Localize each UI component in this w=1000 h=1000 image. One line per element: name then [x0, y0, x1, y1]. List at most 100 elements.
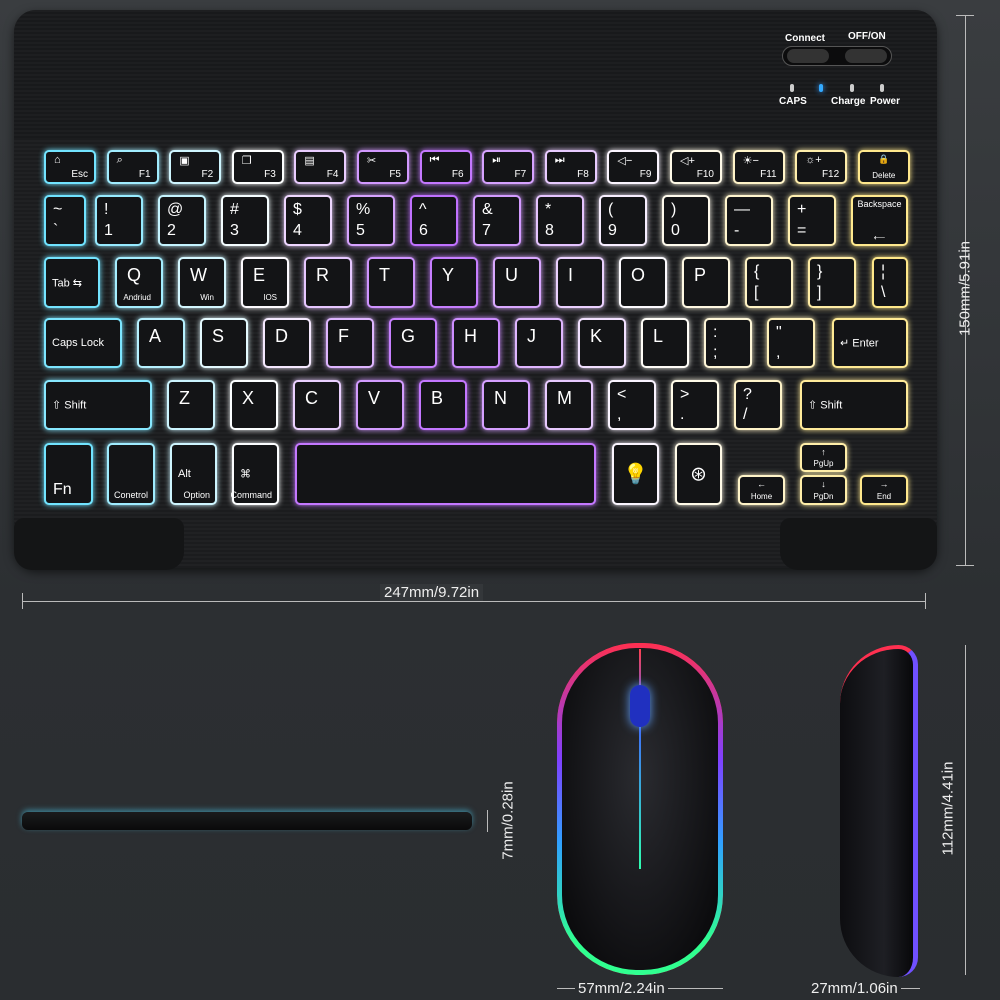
key-f11[interactable]: ☀− F11: [732, 150, 785, 184]
key-f5[interactable]: ✂ F5: [357, 150, 409, 184]
key-caps-lock[interactable]: Caps Lock: [44, 318, 122, 368]
key-g[interactable]: G: [389, 318, 437, 368]
key-b[interactable]: B: [419, 380, 467, 430]
key-5[interactable]: % 5: [347, 195, 395, 246]
dim-tick: [956, 15, 974, 16]
key-r1k13[interactable]: Backspace ⟵: [851, 195, 908, 246]
key-f8[interactable]: ⏭ F8: [544, 150, 597, 184]
key-home[interactable]: ← Home: [738, 475, 785, 505]
key-r4k9[interactable]: >.: [671, 380, 719, 430]
key-command[interactable]: ⌘ Command: [230, 443, 279, 505]
key-h[interactable]: H: [452, 318, 500, 368]
key-r2k13[interactable]: ¦ \: [872, 257, 908, 308]
key-c[interactable]: C: [293, 380, 341, 430]
key-shift[interactable]: ⇧ Shift: [800, 380, 908, 430]
key-r[interactable]: R: [304, 257, 352, 308]
key-top-label: Y: [442, 265, 455, 285]
key-f3[interactable]: ❐ F3: [231, 150, 284, 184]
key-i[interactable]: I: [556, 257, 604, 308]
key-enter[interactable]: ↵ Enter: [832, 318, 908, 368]
key-v[interactable]: V: [356, 380, 404, 430]
key-ios[interactable]: E IOS: [241, 257, 289, 308]
key-0[interactable]: ) 0: [662, 195, 710, 246]
mouse-height-label: 27mm/1.06in: [808, 980, 901, 997]
key-r4k10[interactable]: ? /: [734, 380, 782, 430]
key-top-label: V: [368, 388, 381, 408]
key-u[interactable]: U: [493, 257, 541, 308]
key-end[interactable]: → End: [860, 475, 908, 505]
key-x[interactable]: X: [230, 380, 278, 430]
key-o[interactable]: O: [619, 257, 667, 308]
key-s[interactable]: S: [200, 318, 248, 368]
key-space[interactable]: [295, 443, 596, 505]
key-2[interactable]: @2: [158, 195, 206, 246]
key-top-label: C: [305, 388, 318, 408]
key-bottom-label: Home: [750, 492, 773, 501]
key-bottom-label: F11: [760, 169, 777, 180]
key-1[interactable]: ! 1: [95, 195, 143, 246]
key-r2k11[interactable]: {[: [745, 257, 793, 308]
key-7[interactable]: & 7: [473, 195, 521, 246]
key-tab[interactable]: Tab ⇆: [44, 257, 100, 308]
key-k[interactable]: K: [578, 318, 626, 368]
key-f9[interactable]: ◁− F9: [607, 150, 660, 184]
caps-label: CAPS: [779, 96, 807, 107]
key-p[interactable]: P: [682, 257, 730, 308]
key-l[interactable]: L: [641, 318, 689, 368]
key-y[interactable]: Y: [430, 257, 478, 308]
key-win[interactable]: W Win: [178, 257, 226, 308]
key-r3k11[interactable]: ",: [767, 318, 815, 368]
key-andriud[interactable]: Q Andriud: [115, 257, 163, 308]
key-bottom-label: 7: [482, 222, 491, 239]
key-f6[interactable]: ⏮ F6: [419, 150, 472, 184]
key-f10[interactable]: ◁+ F10: [670, 150, 722, 184]
key-n[interactable]: N: [482, 380, 530, 430]
key-m[interactable]: M: [545, 380, 593, 430]
mouse-width-label: 57mm/2.24in: [575, 980, 668, 997]
key-r3k10[interactable]: :;: [704, 318, 752, 368]
key-bottom-label: F9: [639, 169, 652, 180]
key-z[interactable]: Z: [167, 380, 215, 430]
key-top-label: }: [817, 263, 823, 280]
rgb-color-icon: ⊛: [690, 463, 707, 486]
paste-icon: ▤: [304, 155, 315, 167]
key-6[interactable]: ^ 6: [410, 195, 458, 246]
key-f12[interactable]: ☼+ F12: [795, 150, 848, 184]
key-f4[interactable]: ▤ F4: [294, 150, 347, 184]
key-4[interactable]: $4: [284, 195, 332, 246]
key-delete[interactable]: 🔒 Delete: [857, 150, 910, 184]
key-r1k0[interactable]: ~ `: [44, 195, 86, 246]
key-rgb-color-icon[interactable]: ⊛: [675, 443, 722, 505]
key-fn[interactable]: Fn: [44, 443, 93, 505]
key-3[interactable]: #3: [221, 195, 269, 246]
key-f1[interactable]: ⌕ F1: [106, 150, 159, 184]
key-backlight-bulb-icon[interactable]: 💡: [612, 443, 659, 505]
key-pgdn[interactable]: ↓ PgDn: [800, 475, 847, 505]
key-f2[interactable]: ▣ F2: [169, 150, 222, 184]
key-bottom-label: 3: [230, 222, 239, 239]
key-top-label: !: [104, 201, 109, 218]
key-f[interactable]: F: [326, 318, 374, 368]
key-pgup[interactable]: ↑ PgUp: [800, 443, 847, 472]
key-f7[interactable]: ⏯ F7: [482, 150, 535, 184]
key-t[interactable]: T: [367, 257, 415, 308]
key-r2k12[interactable]: }]: [808, 257, 856, 308]
key-r4k8[interactable]: <,: [608, 380, 656, 430]
key-esc[interactable]: ⌂ Esc: [44, 150, 96, 184]
key-9[interactable]: (9: [599, 195, 647, 246]
key-r1k12[interactable]: + =: [788, 195, 836, 246]
key-r1k11[interactable]: — -: [725, 195, 773, 246]
copy-icon: ❐: [241, 155, 252, 167]
offon-label: OFF/ON: [848, 31, 886, 42]
key-j[interactable]: J: [515, 318, 563, 368]
keyboard-height-label: 150mm/5.91in: [956, 240, 974, 337]
key-shift[interactable]: ⇧ Shift: [44, 380, 152, 430]
key-d[interactable]: D: [263, 318, 311, 368]
key-a[interactable]: A: [137, 318, 185, 368]
key-8[interactable]: * 8: [536, 195, 584, 246]
power-switch[interactable]: [782, 46, 892, 66]
key-conetrol[interactable]: Conetrol: [107, 443, 155, 505]
play-pause-icon: ⏯: [492, 154, 501, 166]
key-top-label: S: [212, 326, 225, 346]
key-option[interactable]: Alt Option: [170, 443, 217, 505]
